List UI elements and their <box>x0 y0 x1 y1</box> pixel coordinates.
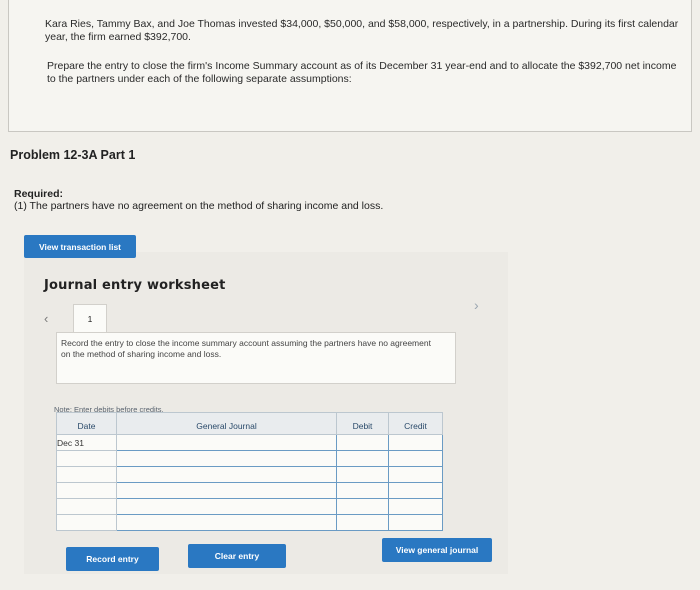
chevron-left-icon[interactable]: ‹ <box>44 311 48 326</box>
debit-input[interactable] <box>336 466 389 483</box>
credit-input[interactable] <box>388 466 443 483</box>
chevron-right-icon[interactable]: › <box>474 297 479 313</box>
problem-intro-box: Kara Ries, Tammy Bax, and Joe Thomas inv… <box>8 0 692 132</box>
credit-header: Credit <box>388 412 443 435</box>
record-entry-button[interactable]: Record entry <box>66 547 159 571</box>
instruction-box: Record the entry to close the income sum… <box>56 332 456 384</box>
date-cell <box>56 466 117 483</box>
tab-1[interactable]: 1 <box>73 304 107 332</box>
credit-input[interactable] <box>388 514 443 531</box>
account-input[interactable] <box>116 482 337 499</box>
problem-instructions-paragraph: Prepare the entry to close the firm's In… <box>47 60 677 85</box>
debit-header: Debit <box>336 412 389 435</box>
journal-entry-table: Date General Journal Debit Credit Dec 31 <box>56 412 443 531</box>
debit-input[interactable] <box>336 498 389 515</box>
view-transaction-list-button[interactable]: View transaction list <box>24 235 136 258</box>
date-cell <box>56 498 117 515</box>
clear-entry-button[interactable]: Clear entry <box>188 544 286 568</box>
debit-input[interactable] <box>336 514 389 531</box>
account-input[interactable] <box>116 434 337 451</box>
table-row: Dec 31 <box>56 434 443 451</box>
date-header: Date <box>56 412 117 435</box>
worksheet-title: Journal entry worksheet <box>44 278 226 293</box>
credit-input[interactable] <box>388 482 443 499</box>
table-row <box>56 450 443 467</box>
instruction-text: Record the entry to close the income sum… <box>61 338 431 359</box>
account-input[interactable] <box>116 450 337 467</box>
view-general-journal-button[interactable]: View general journal <box>382 538 492 562</box>
credit-input[interactable] <box>388 434 443 451</box>
problem-intro-paragraph: Kara Ries, Tammy Bax, and Joe Thomas inv… <box>45 18 679 43</box>
date-cell <box>56 450 117 467</box>
account-input[interactable] <box>116 498 337 515</box>
debit-input[interactable] <box>336 434 389 451</box>
credit-input[interactable] <box>388 498 443 515</box>
debit-input[interactable] <box>336 450 389 467</box>
credit-input[interactable] <box>388 450 443 467</box>
date-cell <box>56 514 117 531</box>
account-input[interactable] <box>116 466 337 483</box>
debit-input[interactable] <box>336 482 389 499</box>
general-journal-header: General Journal <box>116 412 337 435</box>
problem-title: Problem 12-3A Part 1 <box>10 148 136 162</box>
table-row <box>56 514 443 531</box>
date-cell <box>56 482 117 499</box>
table-row <box>56 498 443 515</box>
table-row <box>56 466 443 483</box>
required-label: Required: <box>14 188 64 200</box>
date-cell: Dec 31 <box>56 434 117 451</box>
required-text: (1) The partners have no agreement on th… <box>14 200 384 212</box>
table-row <box>56 482 443 499</box>
table-header-row: Date General Journal Debit Credit <box>56 412 443 435</box>
account-input[interactable] <box>116 514 337 531</box>
